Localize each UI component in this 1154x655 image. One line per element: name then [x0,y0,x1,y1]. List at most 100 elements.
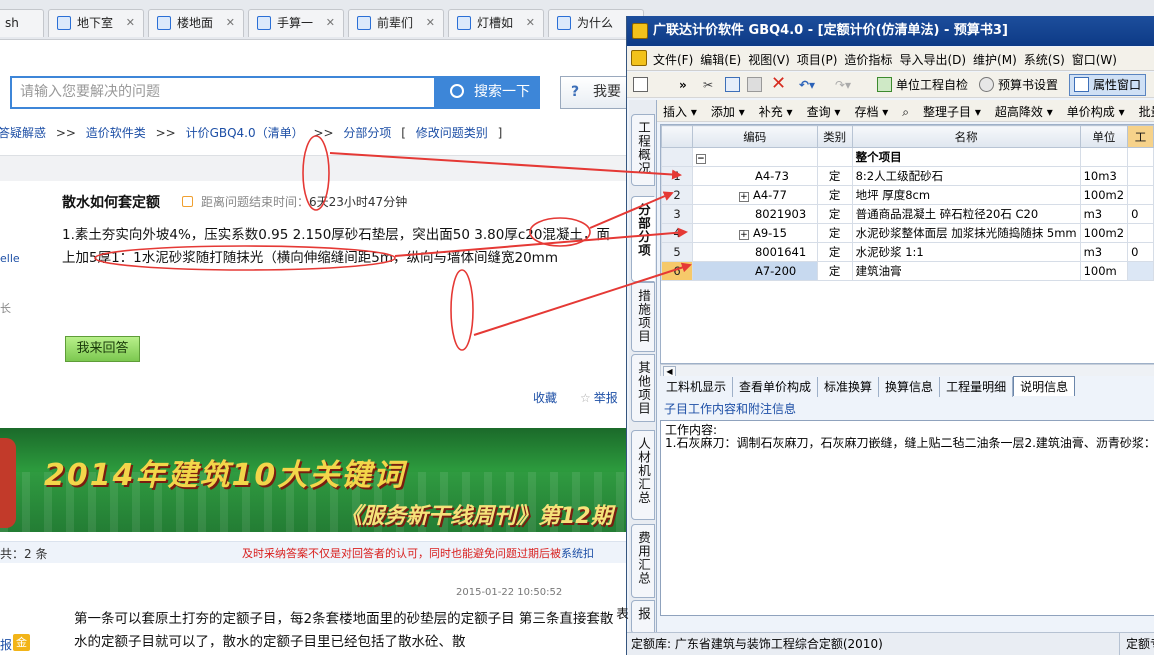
tab-standard-conversion[interactable]: 标准换算 [818,377,880,397]
undo-icon[interactable]: ↶▾ [799,75,815,95]
cut-icon[interactable]: ✂ [703,75,713,95]
batch-button[interactable]: 批量 [1139,103,1154,120]
self-check-button[interactable]: 单位工程自检 [877,75,968,95]
browser-tab[interactable]: 灯槽如 ✕ [448,9,544,37]
table-row[interactable]: 2 + A4-77 定 地坪 厚度8cm 100m2 [661,185,1154,205]
search-input[interactable]: 请输入您要解决的问题 [10,76,436,109]
close-tab-icon[interactable]: ✕ [226,10,235,36]
tab-unit-price[interactable]: 查看单价构成 [733,377,819,397]
query-button[interactable]: 查询 ▾ [807,103,841,120]
height-reduction-button[interactable]: 超高降效 ▾ [995,103,1053,120]
menu-file[interactable]: 文件(F) [653,51,693,68]
work-content-text: 1.石灰麻刀：调制石灰麻刀，石灰麻刀嵌缝，缝上贴二毡二油条一层2.建筑油膏、沥青… [665,436,1154,450]
expand-icon[interactable]: + [738,192,749,202]
banner-headline: 2014年建筑10大关键词 [44,458,406,493]
banner-ornament [0,438,16,528]
breadcrumb-item[interactable]: 造价软件类 [86,126,146,140]
edit-category-link[interactable]: 修改问题类别 [416,126,488,140]
window-icon [1074,77,1089,92]
tab-material-display[interactable]: 工料机显示 [660,377,734,397]
insert-button[interactable]: 插入 ▾ [663,103,697,120]
grid-header-row: 编码 类别 名称 单位 工 [661,125,1154,148]
close-tab-icon[interactable]: ✕ [426,10,435,36]
add-button[interactable]: 添加 ▾ [711,103,745,120]
browser-tab[interactable]: sh [0,9,44,37]
delete-icon[interactable]: ✕ [771,75,786,95]
overflow-chevron-icon[interactable]: » [679,75,687,95]
menu-edit[interactable]: 编辑(E) [700,51,741,68]
tab-reports[interactable]: 报表 [614,600,655,634]
new-file-icon[interactable] [633,75,652,95]
table-row[interactable]: 5 8001641 定 水泥砂浆 1:1 m3 0 [661,242,1154,262]
find-icon[interactable]: ⌕ [902,105,909,120]
property-window-button[interactable]: 属性窗口 [1069,74,1147,96]
tab-measures[interactable]: 措施项目 [631,282,655,352]
table-row[interactable]: 3 8021903 定 普通商品混凝土 碎石粒径20石 C20 m3 0 [661,204,1154,224]
tab-material-summary[interactable]: 人材机汇总 [631,430,655,520]
table-row[interactable]: 1 A4-73 定 8:2人工级配砂石 10m3 [661,166,1154,186]
tab-quantity-details[interactable]: 工程量明细 [940,377,1014,397]
close-tab-icon[interactable]: ✕ [526,10,535,36]
col-header-unit[interactable]: 单位 [1079,125,1129,148]
archive-button[interactable]: 存档 ▾ [854,103,888,120]
report-answer-link[interactable]: 报 [0,636,12,653]
breadcrumb-item[interactable]: 计价GBQ4.0（清单） [186,126,304,140]
menu-import-export[interactable]: 导入导出(D) [899,51,966,68]
supplement-button[interactable]: 补充 ▾ [759,103,793,120]
col-header-name[interactable]: 名称 [851,125,1081,148]
help-icon: ? [571,84,580,100]
browser-tab[interactable]: 前辈们 ✕ [348,9,444,37]
organize-items-button[interactable]: 整理子目 ▾ [923,103,981,120]
browser-tab[interactable]: 地下室 ✕ [48,9,144,37]
adoption-tip: 及时采纳答案不仅是对回答者的认可，同时也能避免问题过期后被系统扣 [242,547,594,560]
tab-cost-summary[interactable]: 费用汇总 [631,524,655,598]
menu-cost-index[interactable]: 造价指标 [844,51,892,68]
search-button[interactable]: 搜索一下 [436,76,540,109]
expand-icon[interactable]: + [738,230,749,240]
tab-sub-items[interactable]: 分部分项 [631,196,655,282]
redo-icon[interactable]: ↷▾ [835,75,851,95]
tab-other-items[interactable]: 其他项目 [631,354,655,422]
asker-username[interactable]: elle [0,252,20,265]
menu-project[interactable]: 项目(P) [797,51,838,68]
budget-settings-button[interactable]: 预算书设置 [979,75,1058,95]
browser-tab[interactable]: 手算一 ✕ [248,9,344,37]
col-header-type[interactable]: 类别 [816,125,853,148]
quota-library-status: 定额库: 广东省建筑与装饰工程综合定额(2010) [631,637,883,651]
page-icon [157,16,171,30]
answer-body: 第一条可以套原土打夯的定额子目，每2条套楼地面里的砂垫层的定额子目 第三条直接套… [74,611,614,650]
table-row[interactable]: − 整个项目 [661,147,1154,167]
collect-link[interactable]: 收藏 [533,389,557,406]
menu-window[interactable]: 窗口(W) [1072,51,1117,68]
col-header-quantity[interactable]: 工 [1127,125,1154,148]
paste-icon[interactable] [747,75,766,95]
unit-price-button[interactable]: 单价构成 ▾ [1067,103,1125,120]
main-toolbar: » ✂ ✕ ↶▾ ↷▾ 单位工程自检 预算书设置 属性窗口 [627,72,1154,98]
answer-button[interactable]: 我来回答 [65,336,140,362]
breadcrumb-item[interactable]: 答疑解惑 [0,126,46,140]
close-tab-icon[interactable]: ✕ [326,10,335,36]
grid-check-icon [877,77,892,92]
breadcrumb-item[interactable]: 分部分项 [343,126,391,140]
promo-banner[interactable]: 2014年建筑10大关键词 《服务新干线周刊》第12期 [0,428,630,532]
report-link[interactable]: ☆ 举报 [580,389,618,406]
col-header-code[interactable]: 编码 [691,125,818,148]
collapse-icon[interactable]: − [695,154,706,164]
menu-view[interactable]: 视图(V) [748,51,790,68]
work-content-box[interactable]: 工作内容: 1.石灰麻刀：调制石灰麻刀，石灰麻刀嵌缝，缝上贴二毡二油条一层2.建… [660,420,1154,616]
quota-grid: 编码 类别 名称 单位 工 − 整个项目 1 A4-73 定 8:2人工级配砂石… [660,124,1154,364]
divider-bar [0,155,630,181]
browser-tab[interactable]: 楼地面 ✕ [148,9,244,37]
tab-description[interactable]: 说明信息 [1013,376,1076,396]
menu-system[interactable]: 系统(S) [1024,51,1065,68]
table-row[interactable]: 4 + A9-15 定 水泥砂浆整体面层 加浆抹光随捣随抹 5mm 100m2 [661,223,1154,243]
search-icon [450,84,464,98]
tab-conversion-info[interactable]: 换算信息 [879,377,941,397]
close-tab-icon[interactable]: ✕ [126,10,135,36]
table-row[interactable]: 6 A7-200 定 建筑油膏 100m [661,261,1154,281]
copy-icon[interactable] [725,75,744,95]
status-bar: 定额库: 广东省建筑与装饰工程综合定额(2010) 定额专 [627,632,1154,655]
page-icon [357,16,371,30]
menu-maintain[interactable]: 维护(M) [973,51,1017,68]
tab-project-overview[interactable]: 工程概况 [631,114,655,186]
